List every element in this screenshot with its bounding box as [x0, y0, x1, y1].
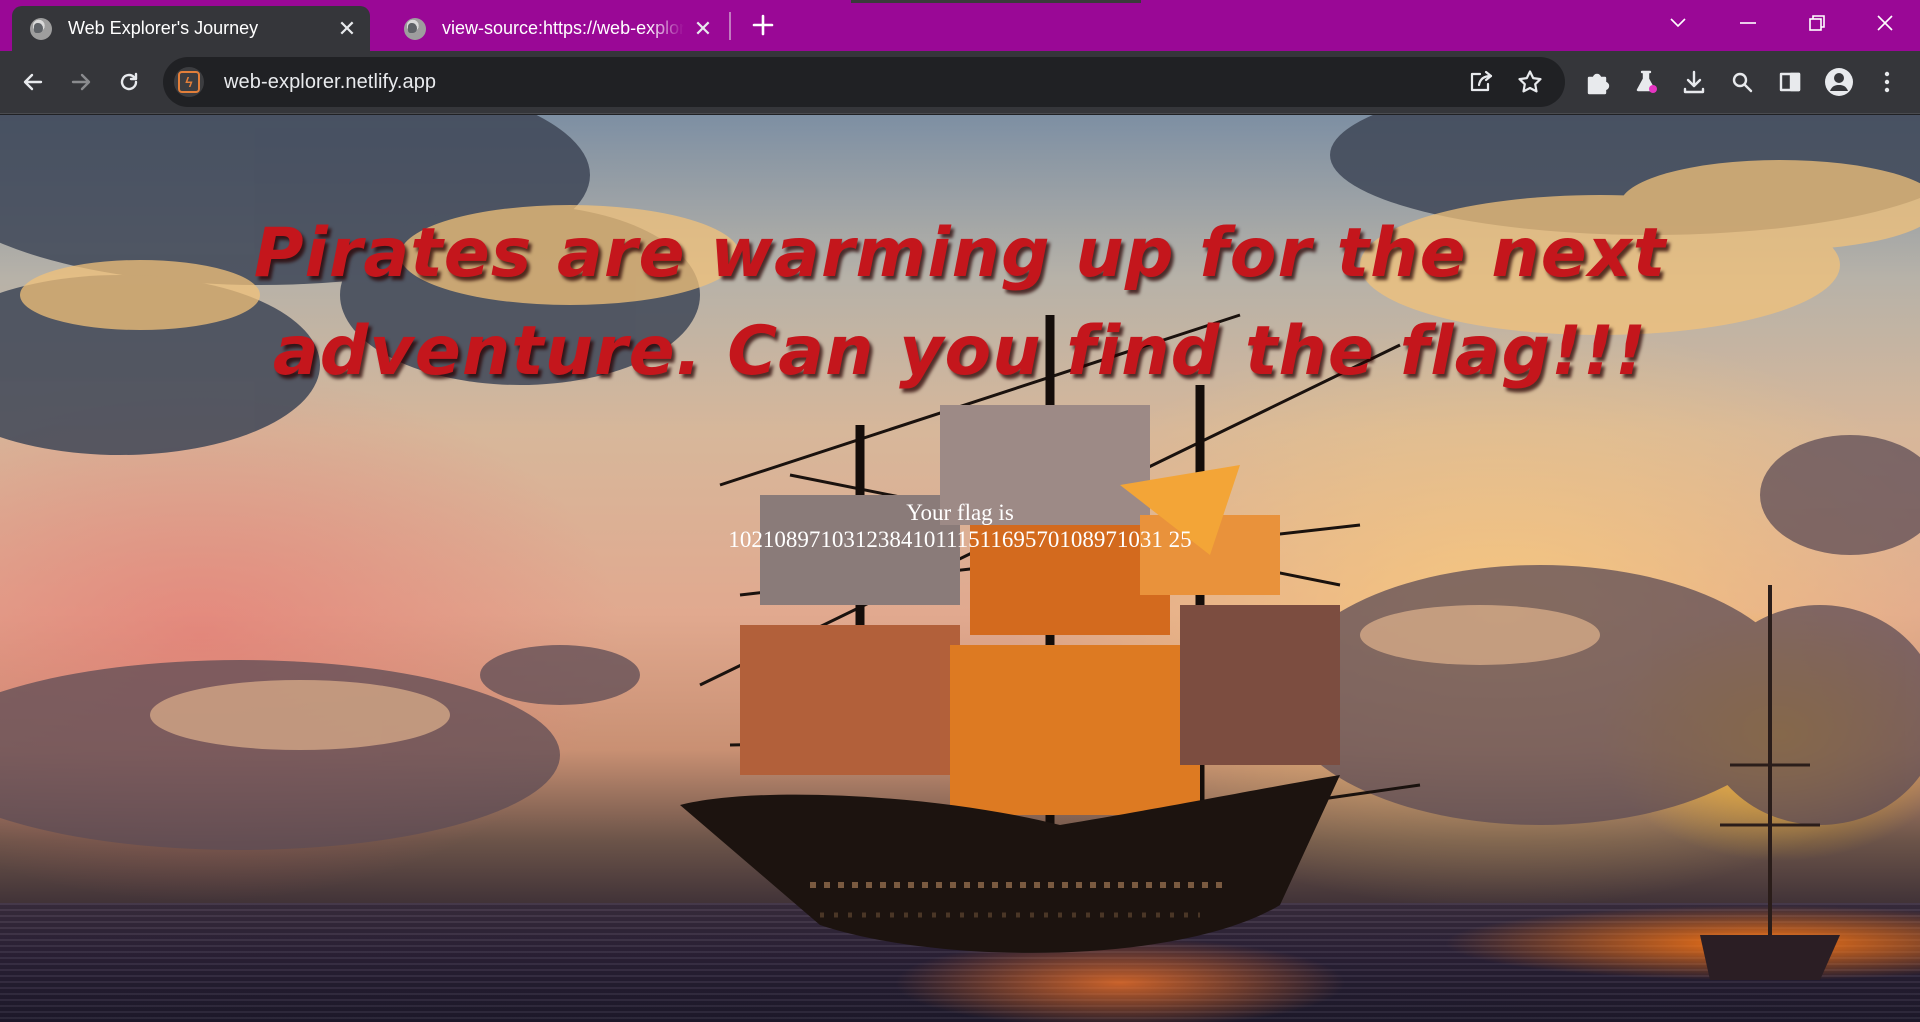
page-viewport: Pirates are warming up for the next adve… [0, 115, 1920, 1022]
chevron-down-icon [1670, 18, 1686, 28]
netlify-icon: ϟ [178, 71, 200, 93]
flag-value: 10210897103123841011151169570108971031 2… [728, 527, 1192, 552]
restore-button[interactable] [1790, 6, 1844, 40]
bookmark-button[interactable] [1509, 61, 1551, 103]
new-tab-button[interactable] [748, 10, 778, 40]
profile-icon [1825, 68, 1853, 96]
arrow-right-icon [71, 73, 91, 91]
profile-button[interactable] [1818, 61, 1860, 103]
side-panel-icon [1779, 72, 1801, 92]
extensions-puzzle-icon [1587, 73, 1610, 95]
globe-icon [30, 17, 52, 40]
tab-title: view-source:https://web-explorer.netlify… [442, 18, 684, 38]
small-ship-image [1700, 585, 1840, 980]
tab-web-explorers-journey[interactable]: Web Explorer's Journey ✕ [12, 6, 370, 51]
flag-label: Your flag is [906, 500, 1014, 525]
tab-strip: Web Explorer's Journey ✕ view-source:htt… [0, 0, 1920, 51]
plus-icon [752, 14, 774, 36]
download-icon [1683, 70, 1705, 94]
search-icon [1732, 72, 1753, 93]
tab-close-icon[interactable]: ✕ [690, 16, 716, 42]
reload-icon [120, 72, 138, 91]
close-icon [1877, 15, 1893, 31]
search-button[interactable] [1721, 61, 1763, 103]
labs-button[interactable] [1625, 61, 1667, 103]
page-headline: Pirates are warming up for the next adve… [253, 214, 1667, 391]
bookmark-star-icon [1518, 70, 1542, 93]
close-window-button[interactable] [1858, 6, 1912, 40]
labs-flask-icon [1636, 70, 1657, 93]
globe-icon [404, 17, 426, 40]
tab-title: Web Explorer's Journey [68, 18, 259, 38]
share-button[interactable] [1460, 61, 1502, 103]
forward-button[interactable] [60, 61, 102, 103]
share-icon [1470, 70, 1493, 92]
url-text[interactable]: web-explorer.netlify.app [224, 71, 436, 94]
menu-dots-icon [1884, 71, 1890, 93]
tab-drag-indicator [851, 0, 1141, 3]
tab-view-source[interactable]: view-source:https://web-explorer.netlify… [386, 6, 726, 51]
tab-divider [729, 12, 731, 40]
restore-icon [1809, 15, 1825, 31]
tab-search-button[interactable] [1651, 6, 1705, 40]
reload-button[interactable] [108, 61, 150, 103]
browser-toolbar: ϟ web-explorer.netlify.app [0, 51, 1920, 114]
minimize-icon [1740, 22, 1756, 24]
arrow-left-icon [23, 73, 43, 91]
tab-close-icon[interactable]: ✕ [334, 16, 360, 42]
menu-button[interactable] [1866, 61, 1908, 103]
flag-block: Your flag is 102108971031238410111511695… [560, 499, 1360, 553]
side-panel-button[interactable] [1769, 61, 1811, 103]
minimize-button[interactable] [1721, 6, 1775, 40]
site-info-button[interactable]: ϟ [174, 67, 204, 97]
address-bar[interactable]: ϟ web-explorer.netlify.app [163, 57, 1565, 107]
downloads-button[interactable] [1673, 61, 1715, 103]
back-button[interactable] [12, 61, 54, 103]
extensions-button[interactable] [1577, 61, 1619, 103]
